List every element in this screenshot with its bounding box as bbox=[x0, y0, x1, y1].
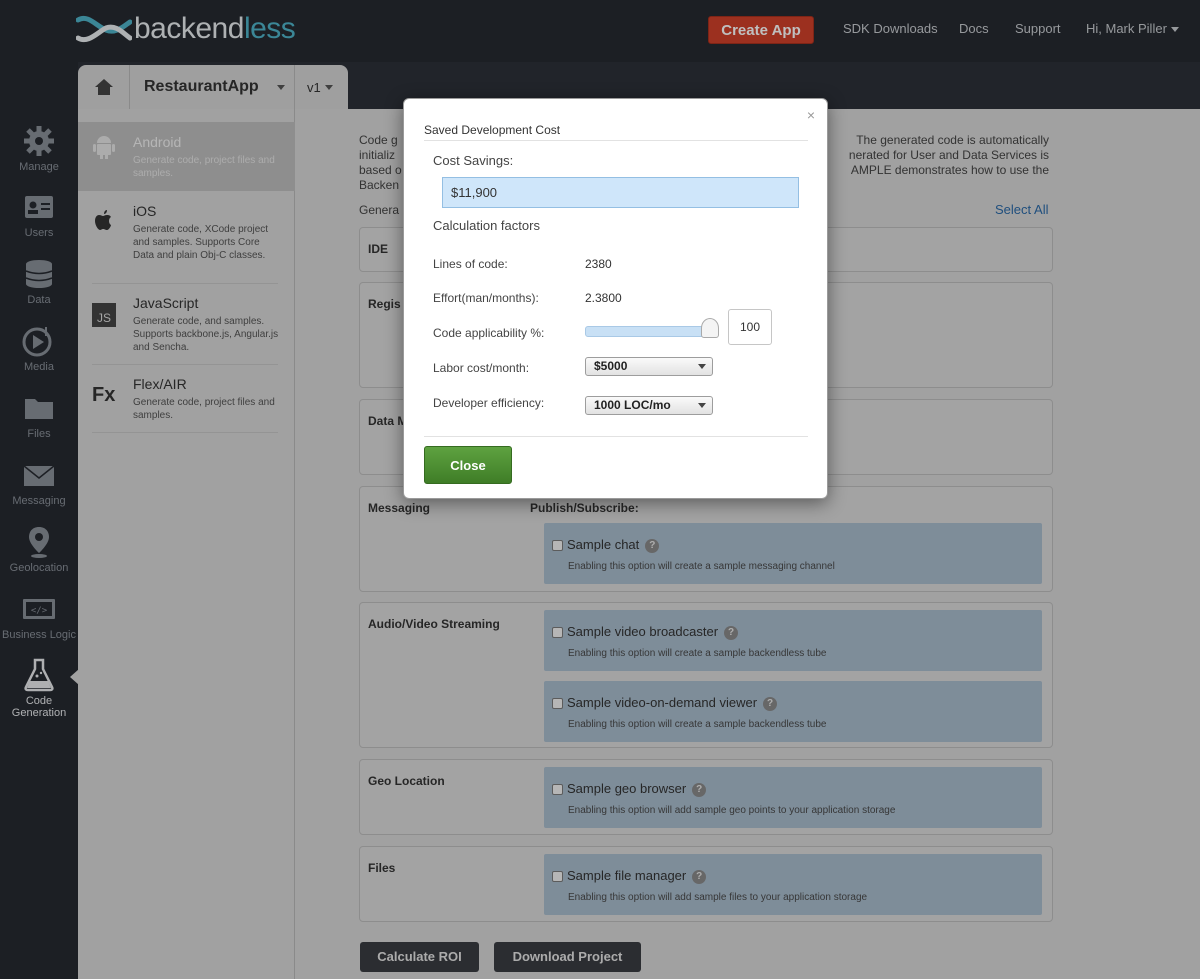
divider bbox=[424, 140, 808, 141]
saved-cost-dialog: × Saved Development Cost Cost Savings: $… bbox=[403, 98, 828, 499]
labor-cost-value: $5000 bbox=[594, 359, 628, 373]
divider bbox=[424, 436, 808, 437]
close-icon[interactable]: × bbox=[807, 107, 815, 123]
applicability-slider[interactable] bbox=[585, 326, 711, 337]
applicability-input[interactable]: 100 bbox=[728, 309, 772, 345]
calculation-factors-label: Calculation factors bbox=[433, 218, 540, 233]
labor-cost-label: Labor cost/month: bbox=[433, 361, 530, 375]
effort-value: 2.3800 bbox=[585, 291, 622, 305]
dialog-title: Saved Development Cost bbox=[424, 123, 561, 137]
effort-label: Effort(man/months): bbox=[433, 291, 539, 305]
chevron-down-icon bbox=[698, 403, 706, 408]
applicability-label: Code applicability %: bbox=[433, 326, 545, 340]
developer-efficiency-value: 1000 LOC/mo bbox=[594, 398, 671, 412]
lines-of-code-label: Lines of code: bbox=[433, 257, 508, 271]
slider-handle[interactable] bbox=[701, 318, 719, 338]
developer-efficiency-label: Developer efficiency: bbox=[433, 396, 545, 410]
developer-efficiency-select[interactable]: 1000 LOC/mo bbox=[585, 396, 713, 415]
close-button[interactable]: Close bbox=[424, 446, 512, 484]
chevron-down-icon bbox=[698, 364, 706, 369]
cost-savings-field[interactable]: $11,900 bbox=[442, 177, 799, 208]
cost-savings-label: Cost Savings: bbox=[433, 153, 514, 168]
labor-cost-select[interactable]: $5000 bbox=[585, 357, 713, 376]
lines-of-code-value: 2380 bbox=[585, 257, 612, 271]
